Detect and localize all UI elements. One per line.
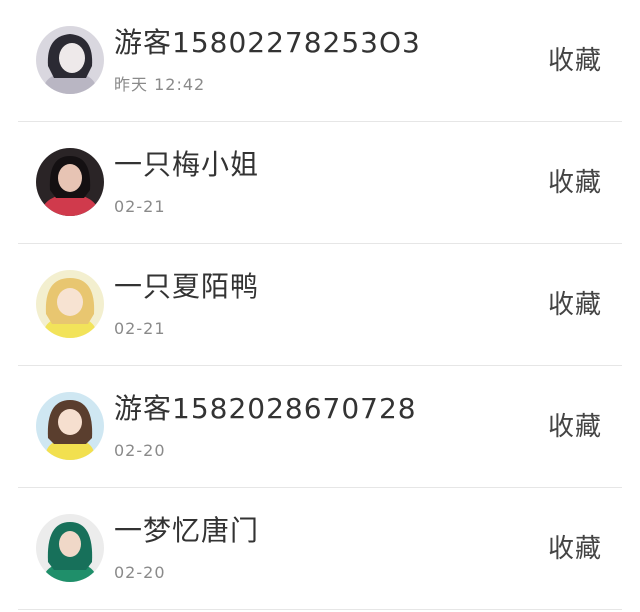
avatar[interactable]	[36, 392, 104, 460]
favorites-list: 游客15802278253O3 昨天 12:42 收藏 一只梅小姐 02-21 …	[0, 0, 640, 612]
list-item[interactable]: 游客1582028670728 02-20 收藏	[0, 366, 640, 488]
avatar-face	[59, 531, 81, 557]
timestamp: 02-21	[114, 319, 166, 338]
avatar[interactable]	[36, 26, 104, 94]
timestamp: 02-20	[114, 441, 166, 460]
timestamp: 02-21	[114, 197, 166, 216]
avatar-face	[57, 288, 83, 316]
collect-button[interactable]: 收藏	[548, 410, 602, 444]
user-name: 游客15802278253O3	[114, 26, 421, 59]
list-item[interactable]: 一只梅小姐 02-21 收藏	[0, 122, 640, 244]
collect-button[interactable]: 收藏	[548, 288, 602, 322]
avatar[interactable]	[36, 148, 104, 216]
avatar-face	[58, 164, 82, 192]
collect-button[interactable]: 收藏	[548, 532, 602, 566]
list-item[interactable]: 一只夏陌鸭 02-21 收藏	[0, 244, 640, 366]
user-name: 一梦忆唐门	[114, 514, 260, 547]
timestamp: 昨天 12:42	[114, 75, 206, 94]
user-name: 一只梅小姐	[114, 148, 260, 181]
user-name: 一只夏陌鸭	[114, 270, 260, 303]
collect-button[interactable]: 收藏	[548, 166, 602, 200]
list-item[interactable]: 一梦忆唐门 02-20 收藏	[0, 488, 640, 610]
avatar-face	[59, 43, 85, 73]
avatar[interactable]	[36, 270, 104, 338]
user-name: 游客1582028670728	[114, 392, 417, 425]
collect-button[interactable]: 收藏	[548, 44, 602, 78]
avatar-face	[58, 409, 82, 435]
avatar[interactable]	[36, 514, 104, 582]
list-item[interactable]: 游客15802278253O3 昨天 12:42 收藏	[0, 0, 640, 122]
timestamp: 02-20	[114, 563, 166, 582]
divider	[18, 609, 622, 610]
